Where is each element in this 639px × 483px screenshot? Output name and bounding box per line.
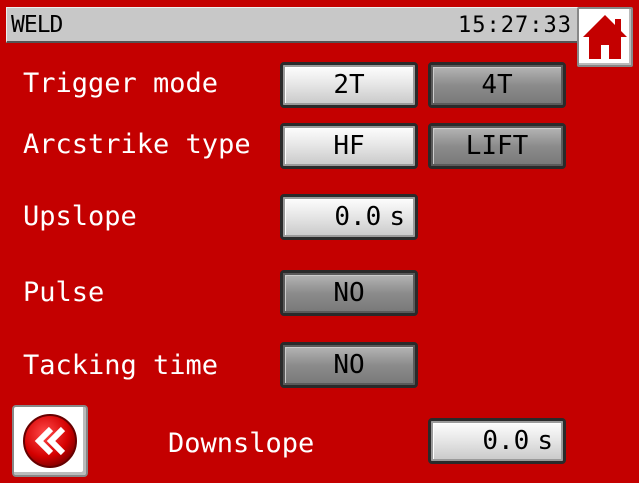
upslope-value-button[interactable]: 0.0 s xyxy=(280,194,418,240)
arcstrike-lift-label: LIFT xyxy=(465,131,529,161)
upslope-unit: s xyxy=(389,202,405,232)
double-chevron-left-icon xyxy=(23,414,77,468)
home-icon xyxy=(583,15,627,59)
tacking-time-value: NO xyxy=(333,350,365,380)
downslope-unit: s xyxy=(537,426,553,456)
arcstrike-type-label: Arcstrike type xyxy=(23,129,251,160)
tacking-time-button[interactable]: NO xyxy=(280,342,418,388)
upslope-value: 0.0 xyxy=(334,202,382,232)
downslope-value: 0.0 xyxy=(482,426,530,456)
downslope-value-button[interactable]: 0.0 s xyxy=(428,418,566,464)
upslope-label: Upslope xyxy=(23,201,137,232)
pulse-button[interactable]: NO xyxy=(280,270,418,316)
home-button[interactable] xyxy=(577,7,633,67)
back-button[interactable] xyxy=(12,405,88,477)
clock: 15:27:33 xyxy=(458,13,572,38)
arcstrike-lift-button[interactable]: LIFT xyxy=(428,123,566,169)
pulse-label: Pulse xyxy=(23,277,105,308)
arcstrike-hf-label: HF xyxy=(333,131,365,161)
trigger-mode-4t-button[interactable]: 4T xyxy=(428,62,566,108)
downslope-label: Downslope xyxy=(168,428,315,459)
trigger-mode-2t-button[interactable]: 2T xyxy=(280,62,418,108)
tacking-time-label: Tacking time xyxy=(23,350,219,381)
trigger-mode-label: Trigger mode xyxy=(23,68,219,99)
screen-title: WELD xyxy=(11,12,63,38)
arcstrike-hf-button[interactable]: HF xyxy=(280,123,418,169)
trigger-mode-4t-label: 4T xyxy=(481,70,513,100)
pulse-value: NO xyxy=(333,278,365,308)
trigger-mode-2t-label: 2T xyxy=(333,70,365,100)
title-bar: WELD 15:27:33 xyxy=(6,7,580,43)
